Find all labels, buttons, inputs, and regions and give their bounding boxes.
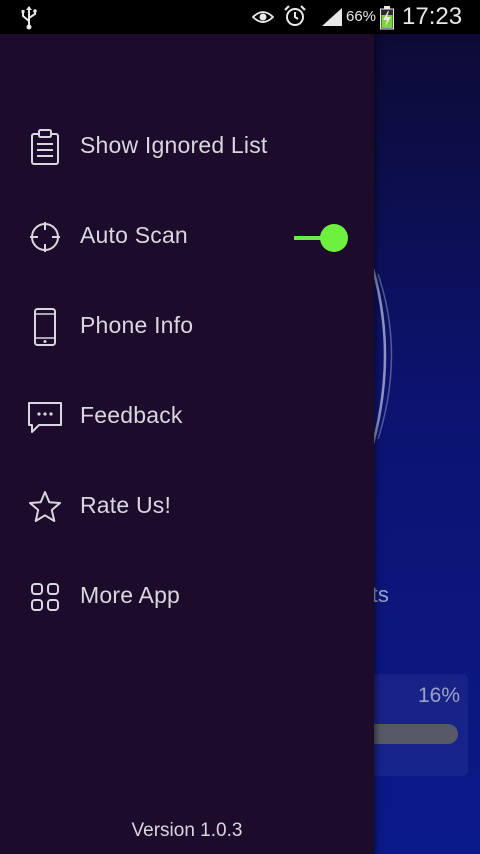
signal-icon xyxy=(322,8,342,26)
chat-bubble-icon xyxy=(28,402,62,433)
status-bar: 66% 17:23 xyxy=(0,0,480,34)
menu-item-label: Show Ignored List xyxy=(80,132,268,158)
menu-item-show-ignored-list[interactable]: Show Ignored List xyxy=(0,100,374,190)
menu-item-auto-scan[interactable]: Auto Scan xyxy=(0,190,374,280)
menu-item-label: Phone Info xyxy=(80,312,194,338)
menu-item-label: Auto Scan xyxy=(80,222,188,248)
alarm-icon xyxy=(284,5,306,26)
clipboard-list-icon xyxy=(31,129,59,165)
battery-percent: 66% xyxy=(346,8,377,25)
star-icon xyxy=(29,491,61,522)
crosshair-icon xyxy=(30,222,60,252)
clock: 17:23 xyxy=(402,3,463,30)
menu-item-label: More App xyxy=(80,582,181,608)
menu-item-feedback[interactable]: Feedback xyxy=(0,370,374,460)
grid-icon xyxy=(31,583,59,611)
menu-item-label: Feedback xyxy=(80,402,183,428)
usb-icon xyxy=(21,6,37,30)
battery-charging-icon xyxy=(380,6,394,30)
menu-item-phone-info[interactable]: Phone Info xyxy=(0,280,374,370)
auto-scan-toggle[interactable] xyxy=(294,223,350,253)
smartphone-icon xyxy=(34,308,56,346)
menu-item-rate-us[interactable]: Rate Us! xyxy=(0,460,374,550)
version-label: Version 1.0.3 xyxy=(131,820,243,841)
navigation-drawer: Show Ignored List Auto Scan Phone Info F… xyxy=(0,34,374,854)
menu-item-label: Rate Us! xyxy=(80,492,172,518)
toggle-knob xyxy=(320,224,348,252)
eye-icon xyxy=(252,11,274,23)
menu-item-more-app[interactable]: More App xyxy=(0,550,374,640)
progress-percent: 16% xyxy=(418,684,461,707)
